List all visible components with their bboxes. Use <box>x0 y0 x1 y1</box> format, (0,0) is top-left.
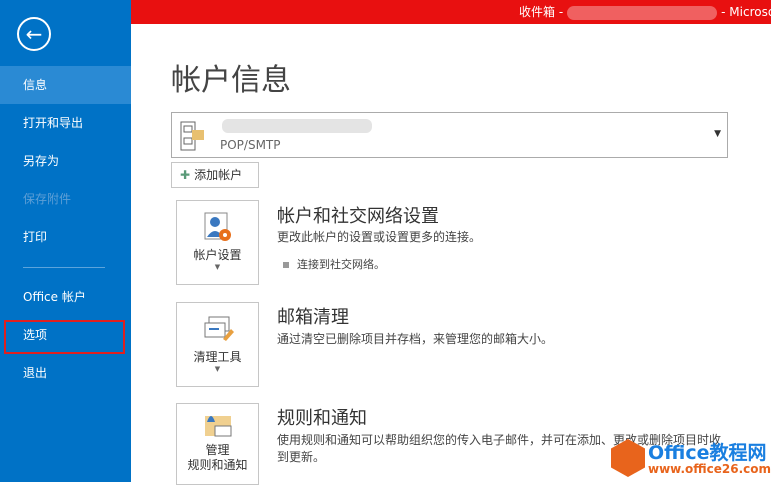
section-heading: 规则和通知 <box>277 408 367 429</box>
watermark-logo: Office教程网 www.office26.com <box>608 434 771 482</box>
nav-print[interactable]: 打印 <box>0 218 131 256</box>
section-description: 更改此帐户的设置或设置更多的连接。 <box>277 230 482 244</box>
connect-social-link[interactable]: 连接到社交网络。 <box>283 256 385 272</box>
backstage-sidebar: ← 信息 打开和导出 另存为 保存附件 打印 Office 帐户 选项 退出 <box>0 0 131 482</box>
nav-save-as[interactable]: 另存为 <box>0 142 131 180</box>
nav-open-export[interactable]: 打开和导出 <box>0 104 131 142</box>
nav-exit[interactable]: 退出 <box>0 354 131 392</box>
title-suffix: - Microso <box>721 5 771 19</box>
nav-office-account[interactable]: Office 帐户 <box>0 278 131 316</box>
office-logo-icon <box>611 439 645 477</box>
tile-label-2: 规则和通知 <box>187 458 248 472</box>
tile-label: 管理 <box>205 443 230 457</box>
cleanup-tools-button[interactable]: 清理工具 ▼ <box>176 302 259 387</box>
watermark-line1: Office教程网 <box>648 442 767 464</box>
title-prefix: 收件箱 - <box>519 5 564 19</box>
account-mail-icon <box>180 121 204 151</box>
plus-icon: ✚ <box>180 168 191 182</box>
rules-alerts-icon <box>204 416 231 437</box>
account-settings-icon <box>204 212 231 241</box>
nav-save-attachments: 保存附件 <box>23 192 72 206</box>
divider <box>23 267 105 268</box>
highlight-box <box>4 320 125 354</box>
dropdown-caret-icon: ▼ <box>214 263 221 271</box>
back-arrow-icon: ← <box>25 22 43 46</box>
back-button[interactable]: ← <box>17 17 51 51</box>
account-settings-button[interactable]: 帐户设置 ▼ <box>176 200 259 285</box>
nav-info[interactable]: 信息 <box>0 66 131 104</box>
tile-label: 帐户设置 <box>193 248 242 262</box>
tile-label: 清理工具 <box>193 350 242 364</box>
cleanup-icon <box>204 316 234 341</box>
redacted-email <box>222 119 372 133</box>
watermark-line2: www.office26.com <box>648 462 771 476</box>
redacted <box>567 5 718 20</box>
page-title: 帐户信息 <box>171 63 291 98</box>
dropdown-caret-icon: ▼ <box>714 129 721 139</box>
add-account-label: 添加帐户 <box>194 168 243 182</box>
section-description: 通过清空已删除项目并存档，来管理您的邮箱大小。 <box>277 332 554 346</box>
account-selector[interactable]: POP/SMTP ▼ <box>171 112 728 158</box>
account-type: POP/SMTP <box>220 138 281 152</box>
dropdown-caret-icon: ▼ <box>214 365 221 373</box>
section-heading: 邮箱清理 <box>277 307 349 328</box>
manage-rules-button[interactable]: 管理 规则和通知 <box>176 403 259 485</box>
title-bar: 收件箱 - - Microso <box>131 0 771 24</box>
add-account-button[interactable]: ✚ 添加帐户 <box>171 162 259 188</box>
section-heading: 帐户和社交网络设置 <box>277 206 439 227</box>
